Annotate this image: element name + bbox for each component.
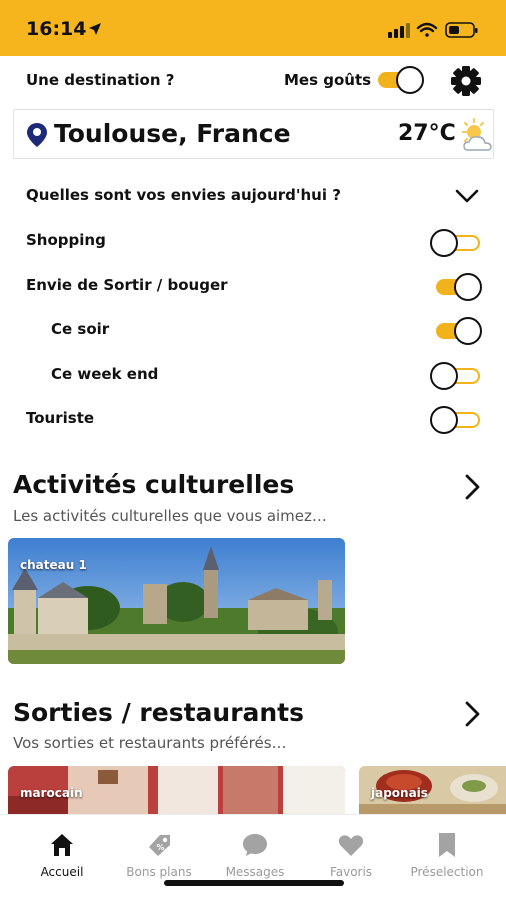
tastes-toggle[interactable] <box>372 65 424 95</box>
chevron-down-icon[interactable] <box>454 186 480 206</box>
tab-preselection[interactable]: Préselection <box>397 831 497 891</box>
home-icon <box>51 834 73 856</box>
pref-label-sortir: Envie de Sortir / bouger <box>26 276 228 294</box>
heart-icon <box>338 835 364 856</box>
gear-icon[interactable] <box>449 64 483 98</box>
tab-bar: Accueil % Bons plans Messages Favoris Pr… <box>0 814 506 900</box>
location-arrow-icon <box>89 23 101 35</box>
card-marocain[interactable]: marocain <box>8 766 345 814</box>
map-pin-icon <box>27 123 47 147</box>
tab-label-accueil: Accueil <box>40 865 84 879</box>
tab-label-bons-plans: Bons plans <box>126 865 192 879</box>
chevron-right-icon[interactable] <box>460 699 484 729</box>
section-title-restaurants[interactable]: Sorties / restaurants <box>13 698 304 727</box>
pref-label-shopping: Shopping <box>26 231 106 249</box>
tastes-label: Mes goûts <box>284 71 372 89</box>
preferences-question: Quelles sont vos envies aujourd'hui ? <box>26 186 341 204</box>
tab-accueil[interactable]: Accueil <box>12 831 112 891</box>
city-name: Toulouse, France <box>54 119 291 148</box>
destination-link[interactable]: Une destination ? <box>26 71 174 89</box>
pref-toggle-ce-soir[interactable] <box>430 316 482 346</box>
status-bar: 16:14 <box>0 0 506 56</box>
home-indicator <box>164 880 344 886</box>
section-subtitle-restaurants: Vos sorties et restaurants préférés… <box>13 734 287 752</box>
pref-label-touriste: Touriste <box>26 409 95 427</box>
card-japonais[interactable]: japonais <box>359 766 506 814</box>
tab-label-preselection: Préselection <box>410 865 484 879</box>
section-subtitle-cultural: Les activités culturelles que vous aimez… <box>13 507 327 525</box>
pref-toggle-touriste[interactable] <box>430 405 482 435</box>
chevron-right-icon[interactable] <box>460 472 484 502</box>
card-label-chateau: chateau 1 <box>20 558 87 572</box>
partly-cloudy-icon <box>462 118 492 151</box>
pref-toggle-shopping[interactable] <box>430 228 482 258</box>
temperature: 27°C <box>398 121 456 146</box>
location-card[interactable]: Toulouse, France 27°C <box>13 109 494 159</box>
tag-icon: % <box>149 835 170 856</box>
battery-icon <box>445 22 478 38</box>
signal-icon <box>388 23 410 38</box>
chat-bubble-icon <box>243 834 267 856</box>
tab-label-favoris: Favoris <box>329 865 373 879</box>
section-title-cultural[interactable]: Activités culturelles <box>13 470 294 499</box>
card-label-japonais: japonais <box>371 786 428 800</box>
tab-label-messages: Messages <box>225 865 285 879</box>
wifi-icon <box>416 22 438 37</box>
card-chateau[interactable]: chateau 1 <box>8 538 345 664</box>
svg-text:%: % <box>157 843 165 852</box>
bookmark-icon <box>439 833 455 857</box>
status-icons <box>388 22 478 38</box>
chateau-image <box>8 538 345 664</box>
pref-label-ce-soir: Ce soir <box>51 320 110 338</box>
pref-toggle-week-end[interactable] <box>430 361 482 391</box>
top-bar: Une destination ? Mes goûts <box>0 56 506 106</box>
status-time: 16:14 <box>26 18 87 40</box>
card-label-marocain: marocain <box>20 786 83 800</box>
pref-toggle-sortir[interactable] <box>430 272 482 302</box>
pref-label-week-end: Ce week end <box>51 365 159 383</box>
